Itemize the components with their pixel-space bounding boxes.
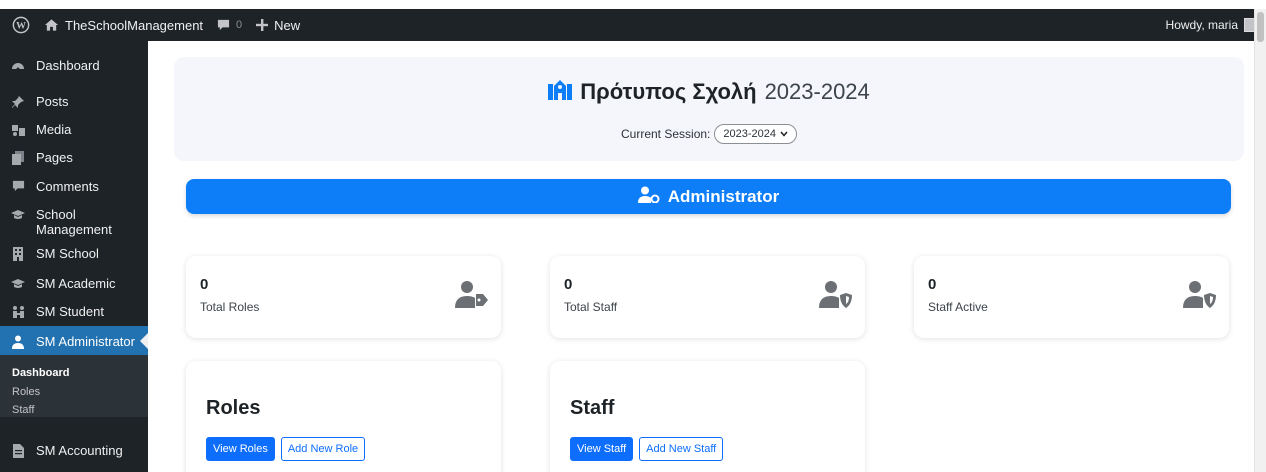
graduation-cap-icon bbox=[0, 207, 36, 222]
administrator-banner: Administrator bbox=[186, 179, 1231, 214]
scrollbar-thumb[interactable] bbox=[1257, 12, 1264, 42]
sidebar-item-label: SM Student bbox=[36, 304, 104, 319]
comment-bubble-icon bbox=[217, 19, 230, 32]
staff-title: Staff bbox=[570, 397, 615, 419]
session-header: Πρότυπος Σχολή 2023-2024 Current Session… bbox=[174, 57, 1244, 161]
sidebar-item-label: Posts bbox=[36, 94, 69, 109]
sidebar-item-comments[interactable]: Comments bbox=[0, 179, 148, 194]
sidebar-item-school-management[interactable]: School Management bbox=[0, 207, 148, 237]
students-icon bbox=[0, 304, 36, 319]
window-top-border bbox=[0, 0, 1266, 9]
user-shield-icon bbox=[1183, 280, 1217, 311]
session-selector-row: Current Session: 2023-2024 bbox=[174, 124, 1244, 144]
wordpress-logo-icon[interactable]: W bbox=[0, 9, 37, 41]
page-title: Πρότυπος Σχολή 2023-2024 bbox=[174, 78, 1244, 106]
sidebar-item-sm-academic[interactable]: SM Academic bbox=[0, 276, 148, 291]
stat-label: Total Staff bbox=[564, 300, 618, 314]
submenu-item-roles[interactable]: Roles bbox=[12, 386, 40, 398]
sidebar-item-label: SM School bbox=[36, 246, 99, 261]
svg-text:W: W bbox=[16, 21, 26, 32]
pin-icon bbox=[0, 94, 36, 109]
sidebar-item-label: SM Academic bbox=[36, 276, 116, 291]
sidebar-item-label: Comments bbox=[36, 179, 99, 194]
sidebar-item-sm-administrator[interactable]: SM Administrator bbox=[0, 326, 148, 356]
user-shield-icon bbox=[819, 280, 853, 311]
home-icon bbox=[44, 18, 59, 32]
staff-actions: View Staff Add New Staff bbox=[570, 437, 724, 461]
stat-card-total-staff: 0 Total Staff bbox=[550, 256, 865, 338]
sm-administrator-submenu: Dashboard Roles Staff bbox=[0, 355, 148, 417]
document-icon bbox=[0, 443, 36, 458]
roles-title: Roles bbox=[206, 397, 261, 419]
sidebar-item-label: School Management bbox=[36, 207, 112, 237]
my-account-link[interactable]: Howdy, maria bbox=[1166, 9, 1258, 41]
new-label: New bbox=[274, 17, 301, 33]
site-name: TheSchoolManagement bbox=[65, 17, 204, 33]
comment-icon bbox=[0, 179, 36, 193]
pages-icon bbox=[0, 150, 36, 165]
media-icon bbox=[0, 122, 36, 137]
stat-value: 0 bbox=[928, 276, 937, 293]
sidebar-item-media[interactable]: Media bbox=[0, 122, 148, 137]
session-select[interactable]: 2023-2024 bbox=[714, 124, 797, 144]
session-select-value: 2023-2024 bbox=[723, 128, 776, 140]
roles-card: Roles View Roles Add New Role bbox=[186, 361, 501, 472]
sidebar-item-pages[interactable]: Pages bbox=[0, 150, 148, 165]
add-new-staff-button[interactable]: Add New Staff bbox=[639, 437, 724, 461]
sidebar-item-posts[interactable]: Posts bbox=[0, 94, 148, 109]
school-name: Πρότυπος Σχολή bbox=[580, 79, 757, 104]
sidebar-item-label: Dashboard bbox=[36, 58, 100, 73]
view-roles-button[interactable]: View Roles bbox=[206, 437, 275, 461]
building-icon bbox=[0, 246, 36, 261]
comments-count: 0 bbox=[236, 19, 243, 31]
school-year: 2023-2024 bbox=[764, 79, 870, 104]
roles-actions: View Roles Add New Role bbox=[206, 437, 366, 461]
stat-label: Total Roles bbox=[200, 300, 260, 314]
stat-label: Staff Active bbox=[928, 300, 988, 314]
sidebar-item-label: Media bbox=[36, 122, 72, 137]
admin-user-icon bbox=[0, 334, 36, 349]
chevron-down-icon bbox=[780, 128, 788, 140]
staff-card: Staff View Staff Add New Staff bbox=[550, 361, 865, 472]
stat-card-total-roles: 0 Total Roles bbox=[186, 256, 501, 338]
stat-value: 0 bbox=[200, 276, 209, 293]
submenu-item-dashboard[interactable]: Dashboard bbox=[12, 367, 69, 379]
admin-sidebar: Dashboard Posts Media Pages Comments Sch… bbox=[0, 41, 148, 472]
plus-icon bbox=[256, 19, 269, 31]
main-content: Πρότυπος Σχολή 2023-2024 Current Session… bbox=[148, 41, 1254, 472]
submenu-item-staff[interactable]: Staff bbox=[12, 404, 34, 416]
sidebar-item-label: Pages bbox=[36, 150, 73, 165]
site-name-link[interactable]: TheSchoolManagement bbox=[37, 9, 210, 41]
sidebar-item-sm-student[interactable]: SM Student bbox=[0, 304, 148, 319]
graduation-cap-icon bbox=[0, 276, 36, 291]
vertical-scrollbar[interactable] bbox=[1254, 9, 1266, 472]
user-gear-icon bbox=[637, 186, 660, 208]
howdy-text: Howdy, maria bbox=[1165, 18, 1238, 32]
sidebar-item-sm-school[interactable]: SM School bbox=[0, 246, 148, 261]
comments-link[interactable]: 0 bbox=[210, 9, 249, 41]
view-staff-button[interactable]: View Staff bbox=[570, 437, 634, 461]
admin-bar: W TheSchoolManagement 0 New Howdy, maria bbox=[0, 9, 1266, 41]
user-tag-icon bbox=[455, 280, 489, 311]
sidebar-item-label: SM Administrator bbox=[36, 333, 135, 349]
banner-title: Administrator bbox=[667, 186, 780, 206]
new-content-link[interactable]: New bbox=[249, 9, 307, 41]
sidebar-item-label: SM Accounting bbox=[36, 443, 123, 458]
sidebar-item-sm-accounting[interactable]: SM Accounting bbox=[0, 443, 148, 458]
session-label: Current Session: bbox=[621, 127, 711, 141]
add-new-role-button[interactable]: Add New Role bbox=[280, 437, 366, 461]
active-indicator-arrow bbox=[140, 333, 148, 349]
dashboard-icon bbox=[0, 58, 36, 73]
stat-card-staff-active: 0 Staff Active bbox=[914, 256, 1229, 338]
stat-value: 0 bbox=[564, 276, 573, 293]
school-building-icon bbox=[548, 78, 573, 106]
sidebar-item-dashboard[interactable]: Dashboard bbox=[0, 58, 148, 73]
